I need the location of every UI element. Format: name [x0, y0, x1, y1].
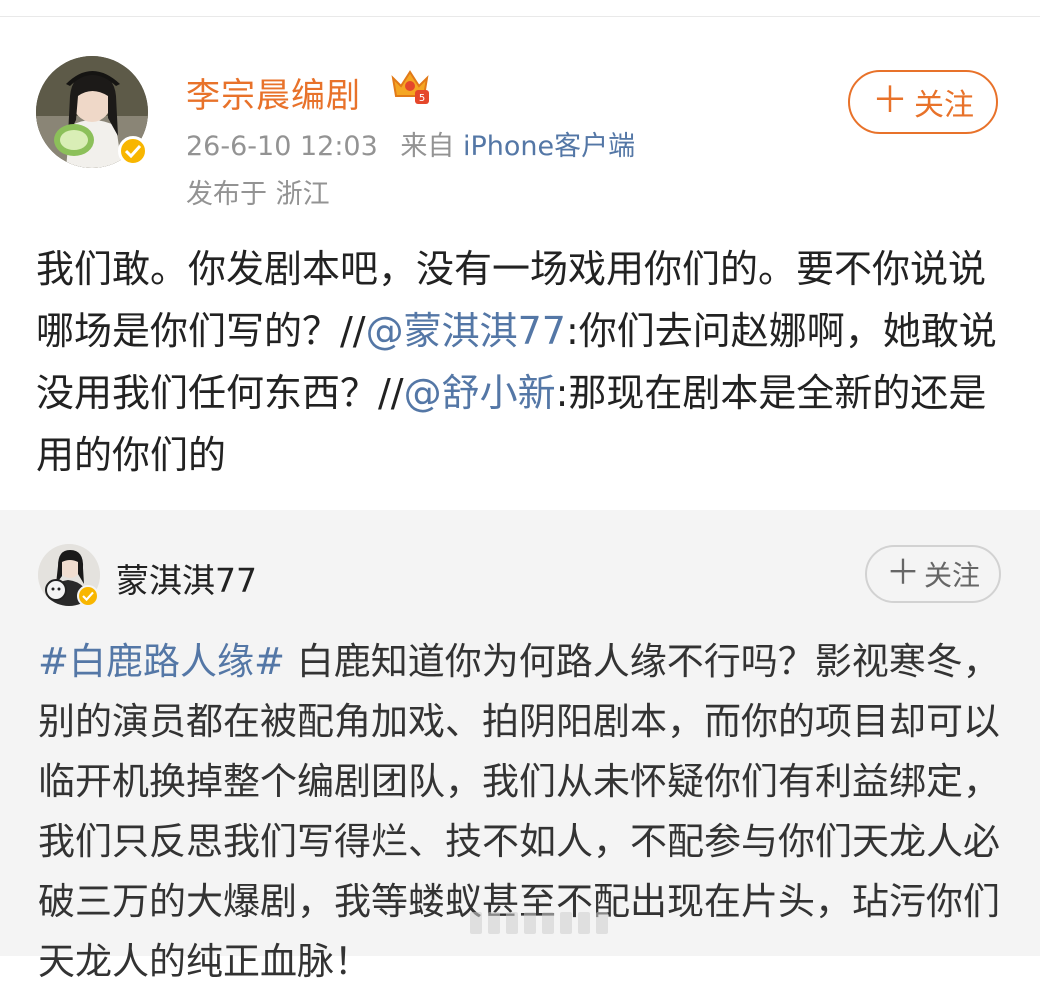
mention-link[interactable]: @蒙淇淇77 [366, 309, 566, 353]
post-author-name[interactable]: 李宗晨编剧 [186, 68, 361, 117]
retweet-card[interactable]: 蒙淇淇77 ＋ 关注 #白鹿路人缘# 白鹿知道你为何路人缘不行吗？影视寒冬，别的… [0, 510, 1040, 983]
plus-icon: ＋ [871, 79, 908, 121]
post-location: 发布于 浙江 [186, 179, 330, 210]
source-prefix: 来自 [400, 131, 455, 162]
post-source[interactable]: iPhone客户端 [463, 131, 635, 162]
hashtag-link[interactable]: #白鹿路人缘# [38, 640, 285, 683]
verified-badge-icon [77, 585, 99, 607]
retweet-author-name[interactable]: 蒙淇淇77 [116, 554, 257, 602]
follow-button[interactable]: ＋ 关注 [848, 70, 998, 134]
crown-badge-icon: 5 [391, 70, 429, 104]
post-header: 李宗晨编剧 5 26-6-10 12:03 来自 iPhone客户端 发布于 浙… [36, 56, 1004, 216]
post-content: 我们敢。你发剧本吧，没有一场戏用你们的。要不你说说哪场是你们写的？//@蒙淇淇7… [36, 238, 1004, 486]
plus-icon: ＋ [885, 552, 920, 593]
retweet-follow-button[interactable]: ＋ 关注 [865, 545, 1001, 603]
post-timestamp: 26-6-10 12:03 [186, 131, 378, 162]
follow-label: 关注 [914, 88, 974, 123]
top-divider [0, 16, 1040, 17]
post-meta: 26-6-10 12:03 来自 iPhone客户端 [186, 124, 635, 163]
svg-text:5: 5 [419, 93, 425, 104]
mention-link[interactable]: @舒小新 [404, 371, 556, 415]
verified-badge-icon [118, 136, 148, 166]
watermark [470, 912, 630, 942]
follow-label: 关注 [923, 559, 980, 592]
